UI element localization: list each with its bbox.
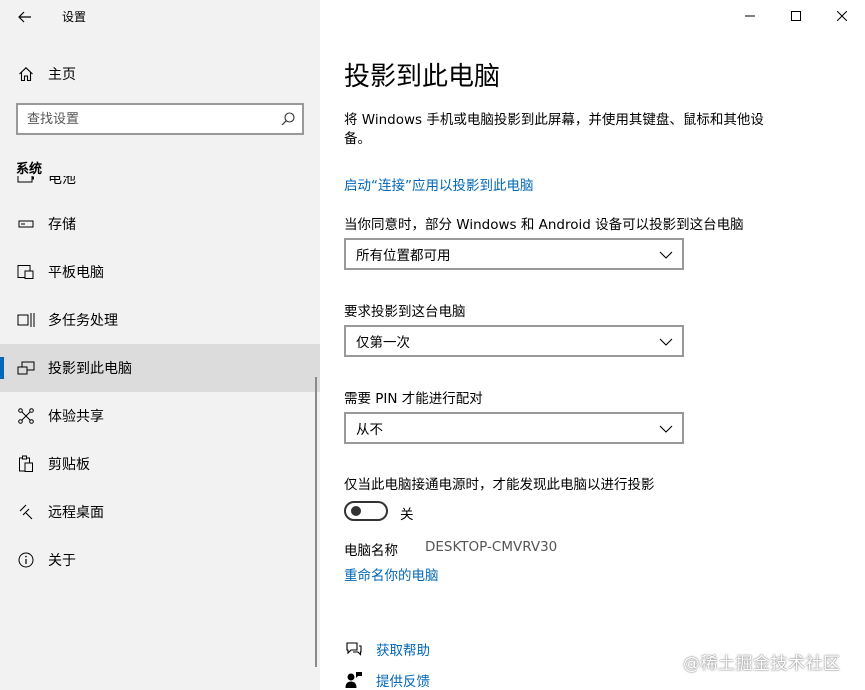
- search-box[interactable]: [16, 103, 304, 135]
- nav-item-remote-desktop[interactable]: 远程桌面: [0, 488, 320, 536]
- ask-to-project-dropdown[interactable]: 仅第一次: [344, 325, 684, 357]
- maximize-button[interactable]: [773, 0, 819, 32]
- nav-item-project-to-pc[interactable]: 投影到此电脑: [0, 344, 320, 392]
- get-help-row[interactable]: 获取帮助: [344, 639, 430, 659]
- title-bar: 设置: [0, 0, 320, 34]
- nav-item-about[interactable]: 关于: [0, 536, 320, 584]
- get-help-link[interactable]: 获取帮助: [376, 639, 430, 659]
- project-icon: [16, 358, 36, 378]
- nav-item-label: 存储: [48, 217, 76, 233]
- nav-item-storage[interactable]: 存储: [0, 200, 320, 248]
- maximize-icon: [791, 11, 801, 21]
- close-button[interactable]: [819, 0, 865, 32]
- launch-connect-app-link[interactable]: 启动“连接”应用以投影到此电脑: [344, 174, 534, 194]
- chevron-down-icon: [659, 425, 673, 433]
- battery-icon: [16, 176, 36, 188]
- dropdown-value: 从不: [356, 422, 383, 438]
- watermark-text: @稀土掘金技术社区: [683, 654, 841, 674]
- nav-item-label: 剪贴板: [48, 457, 90, 473]
- page-title: 投影到此电脑: [344, 62, 501, 92]
- minimize-icon: [745, 15, 755, 17]
- storage-icon: [16, 214, 36, 234]
- nav-item-label: 远程桌面: [48, 505, 104, 521]
- nav-item-clipboard[interactable]: 剪贴板: [0, 440, 320, 488]
- close-icon: [837, 11, 847, 21]
- nav-item-shared-experiences[interactable]: 体验共享: [0, 392, 320, 440]
- back-arrow-icon: [18, 11, 31, 23]
- ask-to-project-label: 要求投影到这台电脑: [344, 304, 466, 320]
- require-pin-dropdown[interactable]: 从不: [344, 412, 684, 444]
- window-controls: [727, 0, 865, 32]
- sidebar: 设置 主页 系统 电池 存储: [0, 0, 320, 690]
- give-feedback-link[interactable]: 提供反馈: [376, 670, 430, 690]
- pc-name-value: DESKTOP-CMVRV30: [425, 539, 558, 555]
- dropdown-value: 仅第一次: [356, 335, 410, 351]
- toggle-state: 关: [400, 507, 414, 523]
- nav-list: 电池 存储 平板电脑 多任务处理 投影到此电脑 体验共享 剪贴板 远程桌面 关于: [0, 176, 320, 690]
- nav-item-label: 投影到此电脑: [48, 361, 132, 377]
- availability-dropdown[interactable]: 所有位置都可用: [344, 238, 684, 270]
- power-discoverable-label: 仅当此电脑接通电源时，才能发现此电脑以进行投影: [344, 477, 655, 493]
- home-icon: [16, 64, 36, 84]
- main-content: 投影到此电脑 将 Windows 手机或电脑投影到此屏幕，并使用其键盘、鼠标和其…: [320, 0, 865, 690]
- search-input[interactable]: [18, 105, 268, 133]
- availability-label: 当你同意时，部分 Windows 和 Android 设备可以投影到这台电脑: [344, 217, 744, 233]
- toggle-knob: [351, 506, 361, 516]
- chevron-down-icon: [659, 338, 673, 346]
- nav-home-label: 主页: [48, 67, 76, 83]
- sidebar-scrollbar[interactable]: [315, 377, 317, 667]
- tablet-icon: [16, 262, 36, 282]
- nav-item-label: 电池: [48, 176, 76, 187]
- nav-item-label: 关于: [48, 553, 76, 569]
- app-title: 设置: [62, 10, 87, 24]
- nav-item-label: 平板电脑: [48, 265, 104, 281]
- rename-pc-link[interactable]: 重命名你的电脑: [344, 564, 439, 584]
- clipboard-icon: [16, 454, 36, 474]
- minimize-button[interactable]: [727, 0, 773, 32]
- nav-home[interactable]: 主页: [0, 56, 320, 92]
- nav-item-multitasking[interactable]: 多任务处理: [0, 296, 320, 344]
- multitasking-icon: [16, 310, 36, 330]
- dropdown-value: 所有位置都可用: [356, 248, 451, 264]
- require-pin-label: 需要 PIN 才能进行配对: [344, 391, 483, 407]
- nav-item-battery[interactable]: 电池: [0, 176, 320, 200]
- give-feedback-row[interactable]: 提供反馈: [344, 670, 430, 690]
- page-description: 将 Windows 手机或电脑投影到此屏幕，并使用其键盘、鼠标和其他设备。: [344, 112, 764, 147]
- nav-item-tablet[interactable]: 平板电脑: [0, 248, 320, 296]
- section-title: 系统: [16, 162, 43, 177]
- feedback-person-icon: [344, 670, 364, 690]
- nav-item-label: 体验共享: [48, 409, 104, 425]
- back-button[interactable]: [12, 4, 38, 30]
- nav-item-label: 多任务处理: [48, 313, 118, 329]
- chevron-down-icon: [659, 251, 673, 259]
- pc-name-label: 电脑名称: [344, 543, 398, 559]
- power-toggle[interactable]: [344, 501, 388, 521]
- search-icon[interactable]: [280, 111, 296, 127]
- help-chat-icon: [344, 639, 364, 659]
- remote-desktop-icon: [16, 502, 36, 522]
- info-icon: [16, 550, 36, 570]
- share-icon: [16, 406, 36, 426]
